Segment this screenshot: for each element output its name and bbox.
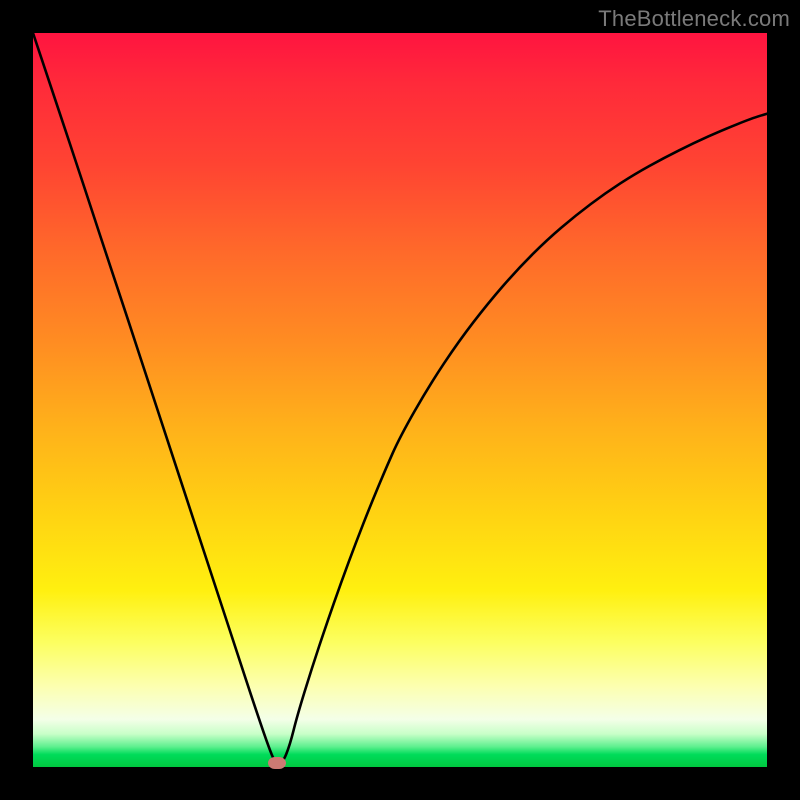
balance-marker	[268, 757, 286, 769]
bottleneck-curve	[33, 33, 767, 763]
chart-frame: TheBottleneck.com	[0, 0, 800, 800]
watermark-text: TheBottleneck.com	[598, 6, 790, 32]
plot-area	[33, 33, 767, 767]
curve-svg	[33, 33, 767, 767]
